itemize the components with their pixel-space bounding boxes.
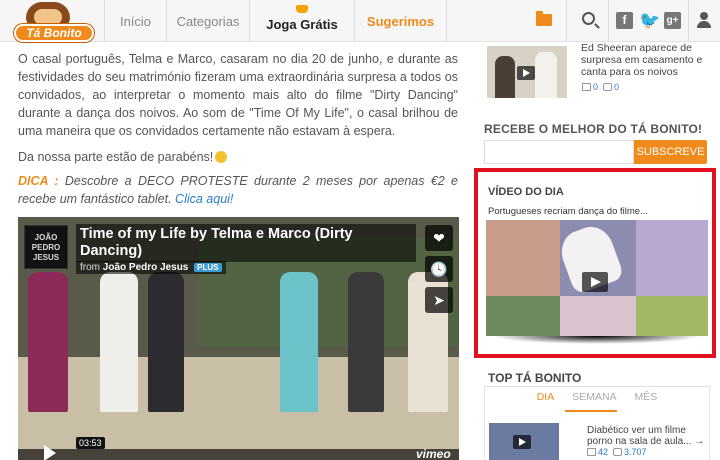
tab-semana[interactable]: SEMANA (572, 391, 616, 411)
site-logo[interactable]: Tá Bonito (4, 0, 102, 44)
active-tab-indicator (565, 410, 617, 412)
nav-item-label: Joga Grátis (266, 16, 338, 32)
nav-item-inicio[interactable]: Início (104, 0, 166, 42)
related-video-thumbnail[interactable] (487, 46, 567, 98)
play-icon (517, 66, 535, 80)
video-do-dia-thumbnail[interactable] (486, 220, 708, 336)
top-video-title[interactable]: Diabético ver um filme porno na sala de … (587, 425, 707, 447)
nav-item-categorias[interactable]: Categorias (166, 0, 249, 42)
vimeo-logo[interactable]: vimeo (416, 447, 451, 460)
uploader-avatar[interactable]: JOÃO PEDRO JESUS (24, 225, 68, 269)
top-ta-bonito-heading: TOP TÁ BONITO (488, 371, 582, 385)
comment-icon (603, 83, 613, 91)
logo-text: Tá Bonito (26, 26, 82, 40)
like-icon (582, 83, 591, 91)
video-timestamp: 03:53 (76, 437, 105, 449)
play-icon (582, 272, 608, 292)
watch-later-clock-icon[interactable]: 🕓 (425, 256, 453, 282)
video-byline: from João Pedro Jesus PLUS (76, 261, 226, 274)
facebook-icon[interactable]: f (616, 12, 633, 29)
newsletter-heading: RECEBE O MELHOR DO TÁ BONITO! (484, 122, 703, 136)
divider (608, 0, 609, 42)
crown-icon (296, 5, 308, 13)
video-player[interactable]: JOÃO PEDRO JESUS Time of my Life by Telm… (18, 217, 459, 460)
views-icon (613, 448, 623, 456)
dica-tip: DICA : Descobre a DECO PROTESTE durante … (18, 172, 458, 208)
plus-badge: PLUS (194, 263, 222, 272)
share-paper-plane-icon[interactable]: ➤ (425, 287, 453, 313)
video-do-dia-heading: VÍDEO DO DIA (488, 186, 564, 198)
video-title-bar: JOÃO PEDRO JESUS Time of my Life by Telm… (24, 223, 419, 275)
top-video-thumbnail[interactable] (489, 423, 559, 460)
top-ta-bonito-box: DIA SEMANA MÊS Diabético ver um filme po… (484, 386, 710, 460)
play-icon[interactable] (44, 445, 56, 460)
article-paragraph: O casal português, Telma e Marco, casara… (18, 52, 458, 138)
nav-item-joga-gratis[interactable]: Joga Grátis (249, 0, 354, 42)
article-body: O casal português, Telma e Marco, casara… (18, 50, 458, 208)
video-controls-bar[interactable] (18, 449, 459, 460)
top-navigation-bar: Tá Bonito Início Categorias Joga Grátis … (0, 0, 720, 42)
user-icon[interactable] (697, 12, 711, 28)
divider (688, 0, 689, 42)
video-do-dia-title[interactable]: Portugueses recriam dança do filme... (488, 206, 648, 217)
subscribe-button[interactable]: SUBSCREVE (634, 140, 707, 164)
play-icon (513, 435, 531, 449)
article-congrats: Da nossa parte estão de parabéns! (18, 148, 458, 166)
smiley-icon (215, 151, 228, 163)
newsletter-email-input[interactable] (484, 140, 634, 164)
related-video-stats: 0 0 (582, 82, 619, 92)
top-tabs: DIA SEMANA MÊS (485, 391, 709, 411)
dica-text: Descobre a DECO PROTESTE durante 2 meses… (18, 174, 458, 206)
main-nav: Início Categorias Joga Grátis Sugerimos (104, 0, 446, 42)
divider (446, 0, 447, 42)
dica-label: DICA : (18, 174, 59, 188)
tab-mes[interactable]: MÊS (635, 391, 658, 411)
like-heart-icon[interactable]: ❤ (425, 225, 453, 251)
video-do-dia-box: VÍDEO DO DIA Portugueses recriam dança d… (474, 168, 716, 358)
video-title[interactable]: Time of my Life by Telma e Marco (Dirty … (76, 224, 416, 262)
search-icon[interactable] (582, 12, 595, 25)
nav-item-sugerimos[interactable]: Sugerimos (354, 0, 446, 42)
top-video-stats: 42 3.707 (587, 447, 647, 457)
related-video-title[interactable]: Ed Sheeran aparece de surpresa em casame… (581, 42, 716, 78)
twitter-icon[interactable]: 🐦 (639, 12, 660, 29)
video-author-link[interactable]: João Pedro Jesus (103, 262, 189, 273)
divider (566, 0, 567, 42)
folder-icon[interactable] (536, 11, 552, 26)
dica-link[interactable]: Clica aqui! (175, 192, 233, 206)
tab-dia[interactable]: DIA (537, 391, 555, 411)
like-icon (587, 448, 596, 456)
google-plus-icon[interactable]: g+ (664, 12, 681, 29)
